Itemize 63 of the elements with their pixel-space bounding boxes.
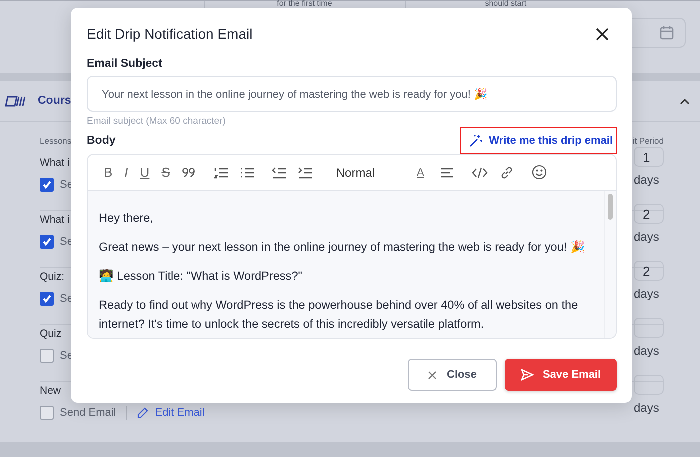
- period-field[interactable]: [634, 375, 664, 395]
- field-hint: Email subject (Max 60 character): [87, 116, 227, 127]
- days-label: days: [634, 401, 660, 415]
- indent-icon[interactable]: [298, 166, 312, 178]
- body-paragraph: Great news – your next lesson in the online journey of mastering the web is ready for you! 🎉: [99, 239, 586, 256]
- italic-button[interactable]: I: [124, 166, 128, 180]
- pencil-icon: [137, 407, 150, 419]
- write-email-button[interactable]: Write me this drip email: [460, 127, 617, 154]
- checkbox[interactable]: [40, 292, 54, 306]
- format-dropdown[interactable]: Normal: [336, 166, 376, 180]
- days-label: days: [634, 173, 660, 187]
- underline-button[interactable]: U: [140, 166, 150, 180]
- lesson-title: Quiz: [40, 328, 63, 340]
- strikethrough-button[interactable]: S: [162, 166, 170, 180]
- course-title: Cours: [38, 95, 72, 107]
- period-field[interactable]: 1: [634, 147, 664, 167]
- field-label: Email Subject: [87, 58, 164, 70]
- chevron-up-icon[interactable]: [680, 98, 690, 104]
- days-label: days: [634, 344, 660, 358]
- save-email-button[interactable]: Save Email: [505, 359, 617, 391]
- checkbox[interactable]: [40, 349, 54, 363]
- code-icon[interactable]: [472, 166, 488, 178]
- body-paragraph: 🧑‍💻 Lesson Title: "What is WordPress?": [99, 268, 304, 285]
- dialog-title: Edit Drip Notification Email: [87, 26, 253, 42]
- lesson-title: Quiz:: [40, 271, 66, 283]
- close-icon: [428, 370, 438, 380]
- ordered-list-icon[interactable]: [214, 166, 228, 178]
- column-label: it Period: [632, 136, 664, 146]
- outdent-icon[interactable]: [272, 166, 286, 178]
- send-email-label: Send Email: [60, 407, 116, 419]
- lesson-title: What i: [40, 214, 71, 226]
- emoji-icon[interactable]: [532, 165, 548, 180]
- body-paragraph: Hey there,: [99, 210, 154, 227]
- column-label: Lessons: [40, 136, 72, 146]
- text-color-button[interactable]: A: [417, 166, 424, 180]
- column-note: should start: [485, 0, 527, 10]
- close-button[interactable]: Close: [408, 359, 497, 391]
- link-icon[interactable]: [500, 166, 514, 180]
- align-icon[interactable]: [440, 166, 454, 178]
- send-icon: [520, 369, 534, 381]
- edit-email-link[interactable]: Edit Email: [137, 407, 205, 419]
- field-label: Body: [87, 134, 116, 146]
- body-editor[interactable]: [87, 154, 617, 339]
- lesson-title: What i: [40, 157, 71, 169]
- quote-icon[interactable]: [182, 166, 196, 178]
- bullet-list-icon[interactable]: [240, 166, 254, 178]
- calendar-icon: [658, 25, 675, 41]
- body-paragraph: Ready to find out why WordPress is the powerhouse behind over 40% of all websites on the internet? It's time to unlock the secrets of this incredibly versatile platform.: [99, 297, 580, 333]
- lesson-title: New: [40, 385, 62, 397]
- subject-field[interactable]: Your next lesson in the online journey of mastering the web is ready for you! 🎉: [87, 76, 617, 112]
- column-note: for the first time: [277, 0, 332, 10]
- days-label: days: [634, 287, 660, 301]
- checkbox[interactable]: [40, 406, 54, 420]
- bold-button[interactable]: B: [104, 166, 113, 180]
- checkbox[interactable]: [40, 178, 54, 192]
- period-field[interactable]: 2: [634, 261, 664, 281]
- checkbox[interactable]: [40, 235, 54, 249]
- period-field[interactable]: [634, 318, 664, 338]
- scrollbar-thumb[interactable]: [608, 194, 613, 220]
- period-field[interactable]: 2: [634, 204, 664, 224]
- close-icon[interactable]: [596, 28, 609, 40]
- days-label: days: [634, 230, 660, 244]
- magic-wand-icon: [469, 134, 484, 148]
